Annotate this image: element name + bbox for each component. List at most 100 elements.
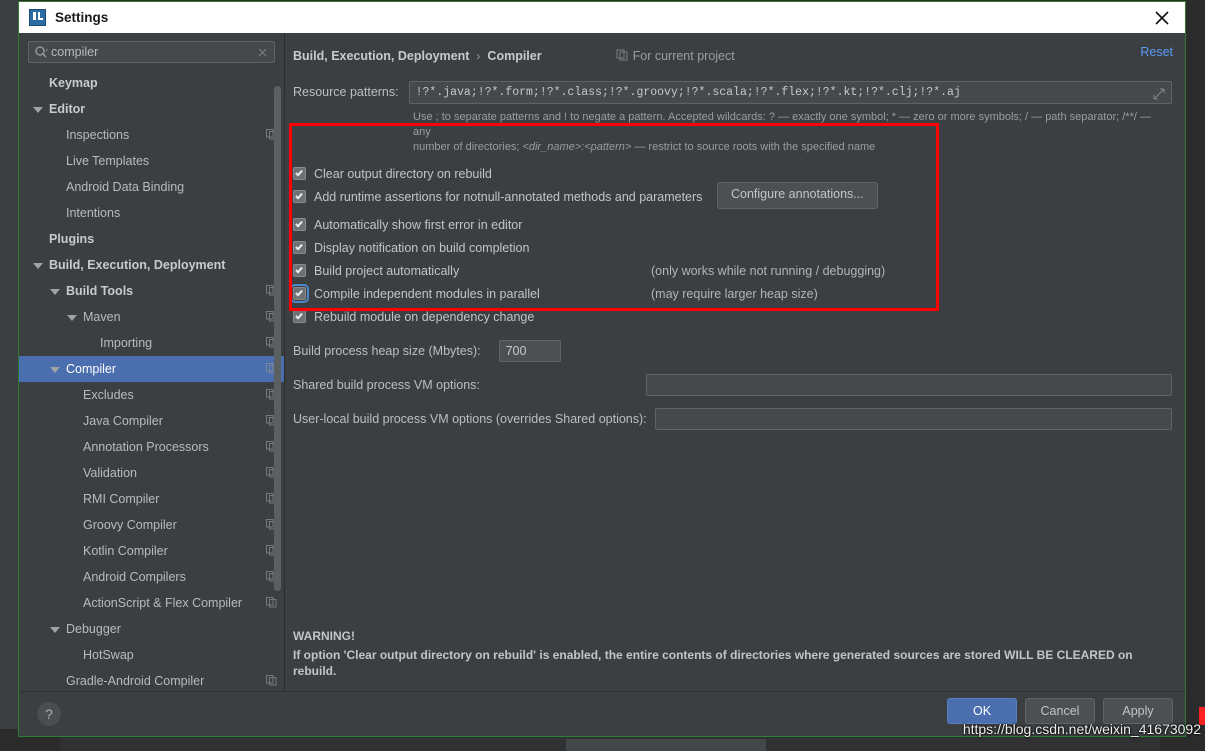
checkbox-label[interactable]: Build project automatically — [314, 264, 459, 278]
checkbox-automatically-show-first-error-in-editor[interactable] — [293, 218, 306, 231]
ide-left-edge-strip — [0, 0, 18, 751]
hint-line-2-prefix: number of directories; — [413, 141, 523, 153]
sidebar-item-label: Debugger — [66, 622, 121, 636]
hint-line-2: number of directories; <dir_name>:<patte… — [413, 140, 1171, 155]
checkbox-label[interactable]: Rebuild module on dependency change — [314, 310, 534, 324]
settings-sidebar: compiler Keymap Editor Inspections Live Tem… — [19, 33, 285, 691]
chevron-down-icon[interactable] — [50, 286, 61, 297]
checkbox-label[interactable]: Automatically show first error in editor — [314, 218, 522, 232]
sidebar-item-label: Maven — [83, 310, 121, 324]
sidebar-item-label: Android Data Binding — [66, 180, 185, 194]
clear-icon[interactable] — [256, 46, 269, 59]
for-current-project-label: For current project — [616, 49, 735, 64]
sidebar-item-label: ActionScript & Flex Compiler — [83, 596, 243, 610]
warning-block: WARNING! If option 'Clear output directo… — [293, 629, 1172, 679]
sidebar-item-kotlin-compiler[interactable]: Kotlin Compiler — [19, 538, 284, 564]
sidebar-item-label: Keymap — [49, 76, 98, 90]
checkbox-row: Compile independent modules in parallel (… — [290, 282, 943, 305]
sidebar-item-rmi-compiler[interactable]: RMI Compiler — [19, 486, 284, 512]
screenshot-root: Settings compiler Keymap Editor Inspecti… — [0, 0, 1205, 751]
sidebar-item-label: Validation — [83, 466, 137, 480]
reset-link[interactable]: Reset — [1140, 45, 1173, 59]
breadcrumb-parent[interactable]: Build, Execution, Deployment — [293, 49, 469, 63]
sidebar-item-label: Java Compiler — [83, 414, 163, 428]
sidebar-item-inspections[interactable]: Inspections — [19, 122, 284, 148]
sidebar-scrollbar-thumb[interactable] — [274, 86, 281, 591]
sidebar-item-build-execution-deployment[interactable]: Build, Execution, Deployment — [19, 252, 284, 278]
sidebar-item-android-compilers[interactable]: Android Compilers — [19, 564, 284, 590]
sidebar-item-hotswap[interactable]: HotSwap — [19, 642, 284, 668]
checkbox-label[interactable]: Compile independent modules in parallel — [314, 287, 540, 301]
user-vm-input[interactable] — [654, 408, 1172, 430]
sidebar-item-label: Groovy Compiler — [83, 518, 177, 532]
dialog-body: compiler Keymap Editor Inspections Live Tem… — [19, 33, 1185, 691]
sidebar-scrollbar[interactable] — [273, 33, 283, 691]
checkbox-rebuild-module-on-dependency-change[interactable] — [293, 310, 306, 323]
sidebar-item-importing[interactable]: Importing — [19, 330, 284, 356]
heap-size-input[interactable]: 700 — [498, 340, 561, 362]
sidebar-item-groovy-compiler[interactable]: Groovy Compiler — [19, 512, 284, 538]
search-value: compiler — [51, 45, 99, 59]
settings-tree[interactable]: Keymap Editor Inspections Live Templates And… — [19, 67, 284, 691]
checkbox-label[interactable]: Display notification on build completion — [314, 241, 529, 255]
hint-line-1: Use ; to separate patterns and ! to nega… — [413, 111, 1151, 138]
chevron-down-icon[interactable] — [33, 104, 44, 115]
chevron-down-icon[interactable] — [33, 260, 44, 271]
chevron-down-icon[interactable] — [67, 312, 78, 323]
close-icon[interactable] — [1153, 9, 1171, 27]
help-icon[interactable]: ? — [37, 702, 61, 726]
warning-title: WARNING! — [293, 629, 355, 643]
chevron-down-icon[interactable] — [50, 364, 61, 375]
shared-vm-label: Shared build process VM options: — [293, 378, 480, 392]
sidebar-item-label: RMI Compiler — [83, 492, 160, 506]
chevron-down-icon[interactable] — [50, 624, 61, 635]
sidebar-item-actionscript-flex-compiler[interactable]: ActionScript & Flex Compiler — [19, 590, 284, 616]
sidebar-item-label: Gradle-Android Compiler — [66, 674, 205, 688]
sidebar-item-live-templates[interactable]: Live Templates — [19, 148, 284, 174]
sidebar-item-editor[interactable]: Editor — [19, 96, 284, 122]
sidebar-item-annotation-processors[interactable]: Annotation Processors — [19, 434, 284, 460]
checkbox-build-project-automatically[interactable] — [293, 264, 306, 277]
sidebar-item-label: Build, Execution, Deployment — [49, 258, 226, 272]
checkbox-label[interactable]: Add runtime assertions for notnull-annot… — [314, 190, 702, 204]
heap-size-label: Build process heap size (Mbytes): — [293, 344, 481, 358]
sidebar-item-keymap[interactable]: Keymap — [19, 70, 284, 96]
checkbox-row: Rebuild module on dependency change — [293, 305, 943, 328]
sidebar-item-validation[interactable]: Validation — [19, 460, 284, 486]
sidebar-item-excludes[interactable]: Excludes — [19, 382, 284, 408]
checkbox-row: Automatically show first error in editor — [293, 213, 943, 236]
checkbox-compile-independent-modules-in-parallel[interactable] — [290, 284, 309, 303]
sidebar-item-java-compiler[interactable]: Java Compiler — [19, 408, 284, 434]
expand-icon[interactable] — [1153, 87, 1165, 100]
sidebar-item-label: Compiler — [66, 362, 117, 376]
sidebar-item-debugger[interactable]: Debugger — [19, 616, 284, 642]
sidebar-item-gradle-android-compiler[interactable]: Gradle-Android Compiler — [19, 668, 284, 691]
sidebar-item-build-tools[interactable]: Build Tools — [19, 278, 284, 304]
search-input[interactable]: compiler — [28, 41, 275, 63]
checkbox-label[interactable]: Clear output directory on rebuild — [314, 167, 492, 181]
sidebar-item-intentions[interactable]: Intentions — [19, 200, 284, 226]
configure-annotations-button[interactable]: Configure annotations... — [717, 182, 878, 209]
sidebar-item-android-data-binding[interactable]: Android Data Binding — [19, 174, 284, 200]
checkbox-display-notification-on-build-completion[interactable] — [293, 241, 306, 254]
sidebar-item-compiler[interactable]: Compiler — [19, 356, 284, 382]
sidebar-item-plugins[interactable]: Plugins — [19, 226, 284, 252]
sidebar-item-label: Annotation Processors — [83, 440, 209, 454]
sidebar-item-label: Live Templates — [66, 154, 150, 168]
breadcrumb-separator: › — [476, 49, 481, 63]
resource-patterns-input[interactable]: !?*.java;!?*.form;!?*.class;!?*.groovy;!… — [408, 81, 1172, 104]
checkbox-clear-output-directory-on-rebuild[interactable] — [293, 167, 306, 180]
shared-vm-input[interactable] — [646, 374, 1172, 396]
sidebar-item-maven[interactable]: Maven — [19, 304, 284, 330]
checkbox-add-runtime-assertions-for-notnull-annotated-methods-and-parameters[interactable] — [293, 190, 306, 203]
resource-patterns-value: !?*.java;!?*.form;!?*.class;!?*.groovy;!… — [415, 86, 961, 99]
